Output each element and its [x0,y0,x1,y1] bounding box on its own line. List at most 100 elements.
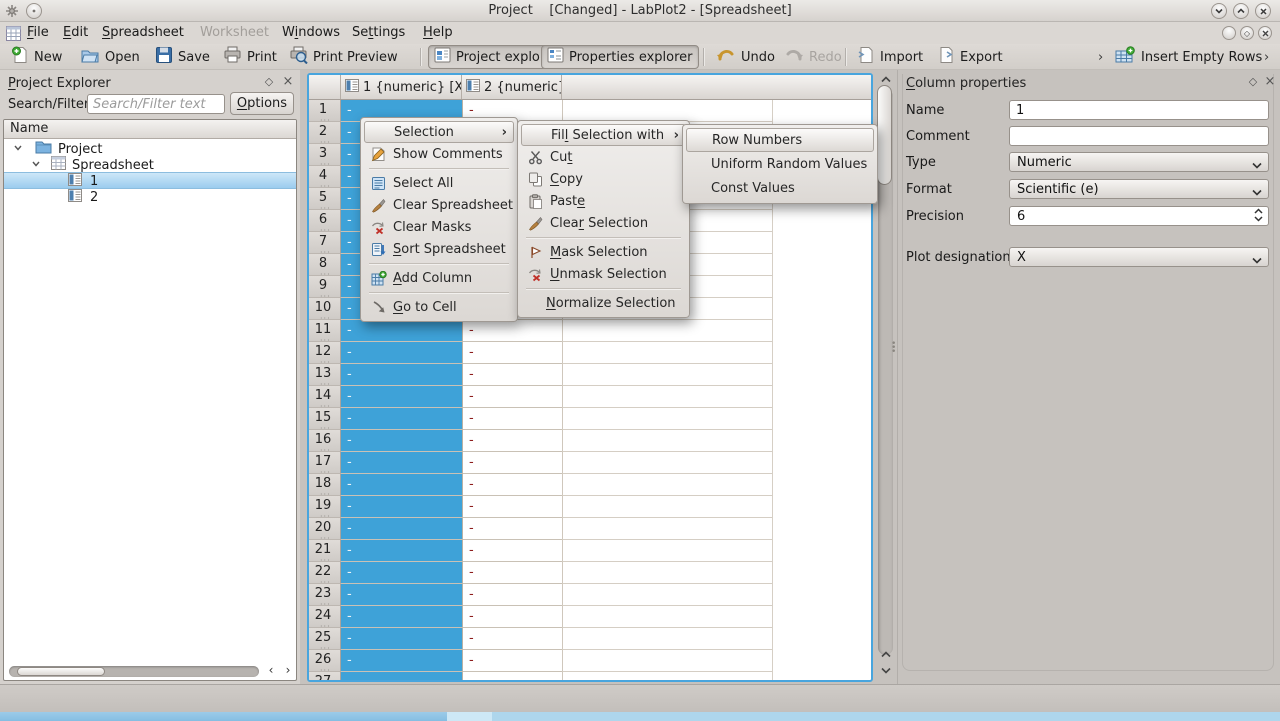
dock-float-button[interactable]: ◇ [1246,75,1260,89]
menu-item-cut[interactable]: Cut [521,146,686,168]
tree-item-project[interactable]: Project [4,141,296,157]
menu-item-show-comments[interactable]: Show Comments [364,143,514,165]
scroll-left-arrow[interactable]: ‹ [264,664,278,678]
minimize-button[interactable] [1211,3,1227,19]
cell-col1[interactable]: - [341,320,462,342]
row-header[interactable]: 2··· [309,122,341,144]
cell-col2[interactable]: - [462,430,562,452]
cell-col2[interactable]: - [462,540,562,562]
cell-col2[interactable]: - [462,342,562,364]
row-header[interactable]: 19··· [309,496,341,518]
menu-file[interactable]: File [25,24,51,42]
precision-spinbox[interactable]: 6 [1009,206,1269,226]
cell-col2[interactable]: - [462,408,562,430]
menu-item-go-to-cell[interactable]: Go to Cell [364,296,514,318]
menu-windows[interactable]: Windows [280,24,342,42]
cell-empty[interactable] [562,584,773,606]
menu-item-clear-selection[interactable]: Clear Selection [521,212,686,234]
search-input[interactable] [87,94,225,114]
spinner-arrows-icon[interactable] [1254,208,1263,222]
cell-col2[interactable]: - [462,562,562,584]
menu-item-uniform-random-values[interactable]: Uniform Random Values [686,152,874,176]
cell-col2[interactable]: - [462,606,562,628]
cell-col1[interactable]: - [341,342,462,364]
cell-empty[interactable] [562,430,773,452]
properties-explorer-toggle[interactable]: Properties explorer [541,45,699,69]
options-button[interactable]: Options [230,92,294,115]
new-button[interactable]: New [6,45,67,69]
redo-button[interactable]: Redo [779,45,847,69]
print-preview-button[interactable]: Print Preview [284,45,403,69]
corner-header[interactable] [309,75,341,99]
menu-settings[interactable]: Settings [350,24,407,42]
menu-item-selection[interactable]: Selection › [364,121,514,143]
cell-col2[interactable]: - [462,386,562,408]
row-header[interactable]: 23··· [309,584,341,606]
menu-item-clear-spreadsheet[interactable]: Clear Spreadsheet [364,194,514,216]
cell-col2[interactable]: - [462,496,562,518]
cell-col1[interactable]: - [341,452,462,474]
cell-col1[interactable]: - [341,518,462,540]
tree-item-spreadsheet[interactable]: Spreadsheet [4,157,296,173]
tree-item-column-1[interactable]: 1 [4,173,296,189]
tree-item-column-2[interactable]: 2 [4,189,296,205]
cell-empty[interactable] [562,518,773,540]
name-field[interactable] [1009,100,1269,120]
cell-empty[interactable] [562,100,773,122]
row-header[interactable]: 3··· [309,144,341,166]
row-header[interactable]: 14··· [309,386,341,408]
cell-empty[interactable] [562,628,773,650]
cell-col1[interactable]: - [341,672,462,682]
cell-col2[interactable]: - [462,650,562,672]
close-button[interactable] [1255,3,1271,19]
cell-empty[interactable] [562,540,773,562]
menu-item-sort-spreadsheet[interactable]: Sort Spreadsheet [364,238,514,260]
cell-empty[interactable] [562,650,773,672]
menu-edit[interactable]: Edit [61,24,90,42]
taskbar-segment[interactable] [447,712,492,721]
menu-item-clear-masks[interactable]: Clear Masks [364,216,514,238]
vertical-scrollbar[interactable] [876,75,895,681]
scroll-down-arrow[interactable] [879,666,892,677]
toolbar-overflow-chevron[interactable]: › [1098,50,1103,65]
horizontal-scrollbar[interactable] [9,666,259,677]
row-header[interactable]: 24··· [309,606,341,628]
cell-col1[interactable]: - [341,408,462,430]
cell-empty[interactable] [562,364,773,386]
cell-col2[interactable]: - [462,628,562,650]
row-header[interactable]: 15··· [309,408,341,430]
menu-item-fill-selection-with[interactable]: Fill Selection with › [521,124,686,146]
open-button[interactable]: Open [76,45,145,69]
row-header[interactable]: 11··· [309,320,341,342]
cell-col2[interactable]: - [462,672,562,682]
cell-col1[interactable]: - [341,562,462,584]
cell-empty[interactable] [562,672,773,682]
scrollbar-thumb[interactable] [877,85,892,185]
column-header-2[interactable]: 2 {numeric} [462,75,562,99]
undo-button[interactable]: Undo [711,45,780,69]
menu-help[interactable]: Help [421,24,455,42]
menu-item-normalize-selection[interactable]: Normalize Selection [521,292,686,314]
toolbar-overflow-chevron-2[interactable]: › [1264,50,1269,65]
comment-field[interactable] [1009,126,1269,146]
menu-item-mask-selection[interactable]: Mask Selection [521,241,686,263]
cell-empty[interactable] [562,562,773,584]
chevron-down-icon[interactable] [32,160,40,170]
mdi-close-button[interactable] [1258,26,1272,40]
row-header[interactable]: 13··· [309,364,341,386]
row-header[interactable]: 4··· [309,166,341,188]
cell-empty[interactable] [562,474,773,496]
row-header[interactable]: 1··· [309,100,341,122]
dock-close-button[interactable]: × [1263,75,1277,89]
maximize-button[interactable] [1233,3,1249,19]
format-dropdown[interactable]: Scientific (e) [1009,179,1269,199]
cell-col1[interactable]: - [341,496,462,518]
save-button[interactable]: Save [150,45,215,69]
menu-item-add-column[interactable]: Add Column [364,267,514,289]
insert-empty-rows-button[interactable]: Insert Empty Rows [1110,45,1267,69]
mdi-restore-button[interactable]: ◇ [1240,26,1254,40]
chevron-down-icon[interactable] [14,144,22,154]
menu-spreadsheet[interactable]: Spreadsheet [100,24,186,42]
cell-col1[interactable]: - [341,364,462,386]
row-header[interactable]: 9··· [309,276,341,298]
